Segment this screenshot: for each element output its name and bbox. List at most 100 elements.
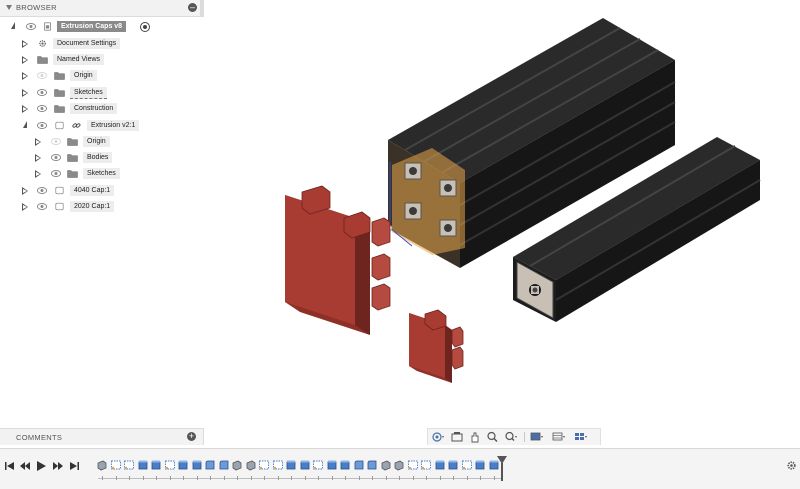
collapse-triangle-icon[interactable]	[6, 5, 12, 10]
timeline-feature-sketch-icon[interactable]	[272, 459, 284, 471]
tree-row-label[interactable]: Sketches	[83, 168, 120, 179]
activate-radio-icon[interactable]	[140, 22, 150, 32]
timeline-feature-fillet-icon[interactable]	[204, 459, 216, 471]
hidden-eye-icon[interactable]	[51, 138, 61, 145]
tree-row-root[interactable]: Extrusion Caps v8	[0, 20, 203, 34]
orbit-icon[interactable]	[431, 431, 445, 443]
timeline-feature-sketch-icon[interactable]	[407, 459, 419, 471]
tree-row-sketches-sub[interactable]: Sketches	[0, 167, 203, 181]
tree-row-label[interactable]: 2020 Cap:1	[70, 201, 115, 212]
expand-closed-icon[interactable]	[22, 187, 28, 195]
timeline-feature-box-icon[interactable]	[447, 459, 459, 471]
browser-minimize-button[interactable]: –	[188, 3, 197, 12]
expand-closed-icon[interactable]	[22, 105, 28, 113]
play-icon[interactable]	[35, 460, 47, 472]
tree-row-extrusion-component[interactable]: Extrusion v2:1	[0, 119, 203, 133]
add-comment-button[interactable]: +	[187, 432, 196, 441]
timeline-feature-extrude-icon[interactable]	[393, 459, 405, 471]
timeline-feature-fillet-icon[interactable]	[353, 459, 365, 471]
expand-open-icon[interactable]	[23, 121, 27, 128]
tree-row-origin[interactable]: Origin	[0, 69, 203, 83]
expand-closed-icon[interactable]	[35, 154, 41, 162]
expand-closed-icon[interactable]	[35, 170, 41, 178]
timeline-feature-extrude-icon[interactable]	[380, 459, 392, 471]
tree-row-sketches[interactable]: Sketches	[0, 86, 203, 100]
visibility-eye-icon[interactable]	[26, 23, 36, 30]
expand-closed-icon[interactable]	[22, 40, 28, 48]
cap-4040-body[interactable]	[285, 185, 391, 335]
timeline-feature-box-icon[interactable]	[434, 459, 446, 471]
timeline-settings-icon[interactable]	[786, 460, 797, 471]
tree-row-label[interactable]: Document Settings	[53, 38, 121, 49]
tree-row-label[interactable]: Extrusion v2:1	[87, 120, 140, 131]
timeline-feature-extrude-icon[interactable]	[96, 459, 108, 471]
timeline-feature-sketch-icon[interactable]	[123, 459, 135, 471]
timeline-feature-sketch-icon[interactable]	[164, 459, 176, 471]
tree-row-label[interactable]: Bodies	[83, 152, 113, 163]
model-canvas[interactable]	[203, 0, 800, 446]
tree-row-document-settings[interactable]: Document Settings	[0, 37, 203, 51]
step-back-icon[interactable]	[19, 460, 31, 472]
timeline-track[interactable]	[98, 476, 502, 483]
tree-row-label[interactable]: Origin	[70, 70, 97, 81]
selected-end-face[interactable]	[385, 148, 465, 255]
comments-panel[interactable]: COMMENTS +	[0, 428, 204, 445]
timeline-feature-box-icon[interactable]	[191, 459, 203, 471]
timeline-feature-box-icon[interactable]	[177, 459, 189, 471]
zoom-icon[interactable]	[486, 431, 500, 443]
tree-row-origin-sub[interactable]: Origin	[0, 135, 203, 149]
timeline-feature-sketch-icon[interactable]	[110, 459, 122, 471]
tree-row-label[interactable]: Construction	[70, 103, 118, 114]
visibility-eye-icon[interactable]	[37, 122, 47, 129]
expand-closed-icon[interactable]	[22, 203, 28, 211]
expand-closed-icon[interactable]	[22, 89, 28, 97]
tree-row-bodies[interactable]: Bodies	[0, 151, 203, 165]
browser-header[interactable]: BROWSER –	[0, 0, 204, 17]
expand-closed-icon[interactable]	[22, 72, 28, 80]
visibility-eye-icon[interactable]	[37, 89, 47, 96]
timeline-feature-extrude-icon[interactable]	[231, 459, 243, 471]
pan-icon[interactable]	[468, 431, 482, 443]
skip-to-end-icon[interactable]	[68, 460, 80, 472]
visibility-eye-icon[interactable]	[37, 187, 47, 194]
timeline-feature-sketch-icon[interactable]	[461, 459, 473, 471]
tree-row-2020-cap[interactable]: 2020 Cap:1	[0, 200, 203, 214]
timeline-feature-box-icon[interactable]	[150, 459, 162, 471]
cap-2020-body[interactable]	[409, 309, 464, 383]
expand-closed-icon[interactable]	[22, 56, 28, 64]
tree-row-label[interactable]: Named Views	[53, 54, 105, 65]
timeline-feature-sketch-icon[interactable]	[258, 459, 270, 471]
tree-row-label[interactable]: Extrusion Caps v8	[57, 21, 127, 32]
timeline-marker[interactable]	[501, 463, 503, 481]
tree-row-4040-cap[interactable]: 4040 Cap:1	[0, 184, 203, 198]
fit-icon[interactable]	[504, 431, 518, 443]
grid-settings-icon[interactable]	[552, 431, 566, 443]
visibility-eye-icon[interactable]	[37, 203, 47, 210]
hidden-eye-icon[interactable]	[37, 72, 47, 79]
tree-row-construction[interactable]: Construction	[0, 102, 203, 116]
visibility-eye-icon[interactable]	[37, 105, 47, 112]
timeline-feature-box-icon[interactable]	[474, 459, 486, 471]
timeline-feature-sketch-icon[interactable]	[420, 459, 432, 471]
expand-open-icon[interactable]	[11, 22, 15, 29]
timeline-feature-box-icon[interactable]	[137, 459, 149, 471]
timeline-feature-extrude-icon[interactable]	[245, 459, 257, 471]
tree-row-label[interactable]: Sketches	[70, 87, 107, 99]
display-settings-icon[interactable]	[530, 431, 544, 443]
step-forward-icon[interactable]	[52, 460, 64, 472]
tree-row-label[interactable]: Origin	[83, 136, 110, 147]
look-at-icon[interactable]	[450, 431, 464, 443]
timeline-feature-fillet-icon[interactable]	[366, 459, 378, 471]
timeline-feature-fillet-icon[interactable]	[218, 459, 230, 471]
skip-to-start-icon[interactable]	[4, 460, 16, 472]
tree-row-label[interactable]: 4040 Cap:1	[70, 185, 115, 196]
expand-closed-icon[interactable]	[35, 138, 41, 146]
tree-row-named-views[interactable]: Named Views	[0, 53, 203, 67]
viewports-icon[interactable]	[574, 431, 588, 443]
timeline-feature-sketch-icon[interactable]	[312, 459, 324, 471]
visibility-eye-icon[interactable]	[51, 154, 61, 161]
timeline-feature-box-icon[interactable]	[339, 459, 351, 471]
3d-viewport[interactable]	[203, 0, 800, 446]
timeline-feature-box-icon[interactable]	[285, 459, 297, 471]
timeline-feature-box-icon[interactable]	[326, 459, 338, 471]
